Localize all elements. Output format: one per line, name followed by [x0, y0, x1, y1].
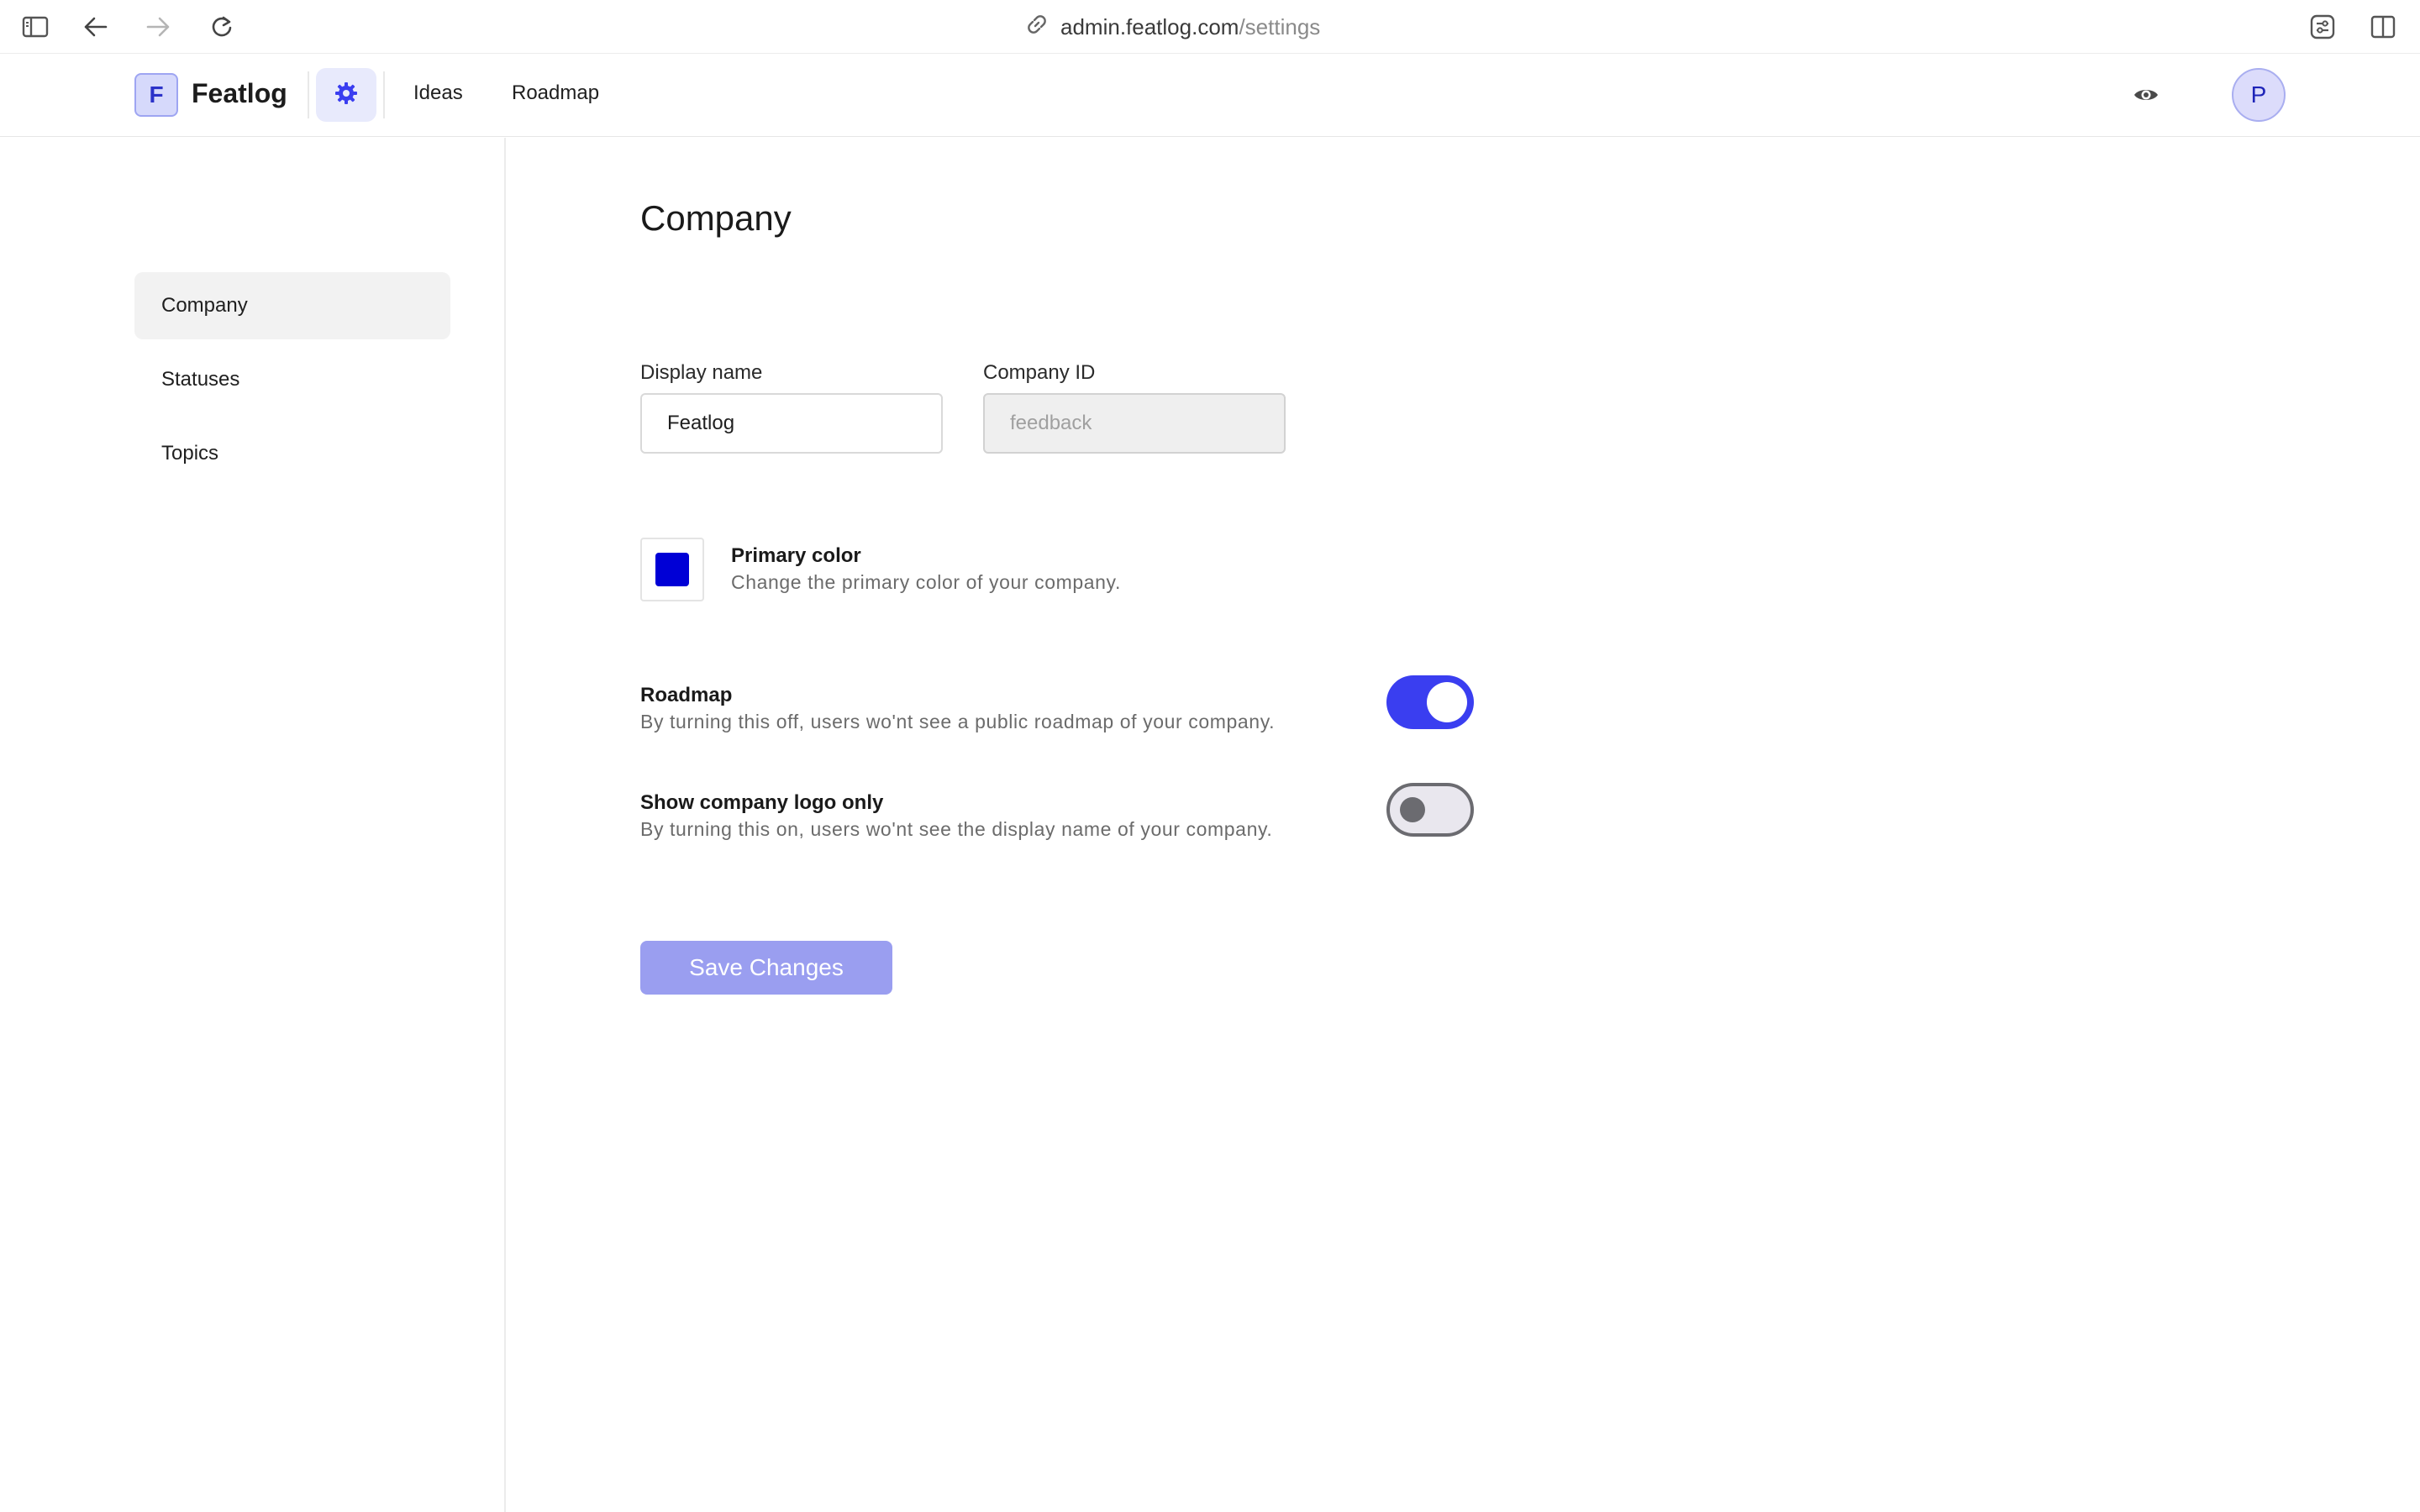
reload-icon[interactable]	[208, 13, 235, 40]
sidebar-item-topics[interactable]: Topics	[134, 420, 450, 487]
roadmap-setting-title: Roadmap	[640, 684, 733, 706]
toggle-knob	[1427, 682, 1467, 722]
company-logo[interactable]: F	[134, 73, 178, 117]
app-header: F Featlog Ideas Roadmap P	[0, 55, 2420, 137]
sidebar-item-statuses[interactable]: Statuses	[134, 346, 450, 413]
forward-arrow-icon[interactable]	[145, 13, 171, 40]
logo-only-setting-description: By turning this on, users wo'nt see the …	[640, 818, 1273, 840]
toggle-knob	[1400, 797, 1425, 822]
gear-icon	[334, 81, 358, 109]
save-changes-button[interactable]: Save Changes	[640, 941, 892, 995]
sidebar-toggle-icon[interactable]	[22, 13, 49, 40]
preview-button[interactable]	[2131, 81, 2161, 112]
display-name-label: Display name	[640, 361, 763, 384]
primary-color-title: Primary color	[731, 544, 861, 567]
divider	[308, 71, 309, 118]
page-title: Company	[640, 198, 792, 238]
company-id-label: Company ID	[983, 361, 1096, 384]
logo-only-setting-title: Show company logo only	[640, 791, 884, 814]
primary-color-picker[interactable]	[640, 538, 704, 601]
divider	[383, 71, 385, 118]
user-avatar[interactable]: P	[2232, 68, 2286, 122]
display-name-input[interactable]: Featlog	[640, 393, 943, 454]
eye-icon	[2133, 86, 2160, 108]
settings-button[interactable]	[316, 68, 376, 122]
browser-toolbar: admin.featlog.com/settings	[0, 0, 2420, 54]
link-icon	[1025, 13, 1049, 42]
url-host: admin.featlog.com	[1060, 13, 1239, 39]
company-id-input: feedback	[983, 393, 1286, 454]
color-swatch	[655, 553, 689, 586]
nav-roadmap[interactable]: Roadmap	[512, 81, 599, 105]
extensions-icon[interactable]	[2309, 13, 2336, 40]
address-bar[interactable]: admin.featlog.com/settings	[1025, 12, 1320, 42]
url-path: /settings	[1239, 13, 1321, 39]
sidebar-item-company[interactable]: Company	[134, 272, 450, 339]
back-arrow-icon[interactable]	[82, 13, 109, 40]
primary-color-description: Change the primary color of your company…	[731, 571, 1121, 593]
split-view-icon[interactable]	[2370, 13, 2396, 40]
roadmap-toggle[interactable]	[1386, 675, 1474, 729]
logo-only-toggle[interactable]	[1386, 783, 1474, 837]
roadmap-setting-description: By turning this off, users wo'nt see a p…	[640, 711, 1276, 732]
nav-ideas[interactable]: Ideas	[413, 81, 463, 105]
brand-name[interactable]: Featlog	[192, 78, 287, 109]
settings-sidebar: Company Statuses Topics	[0, 138, 506, 1512]
